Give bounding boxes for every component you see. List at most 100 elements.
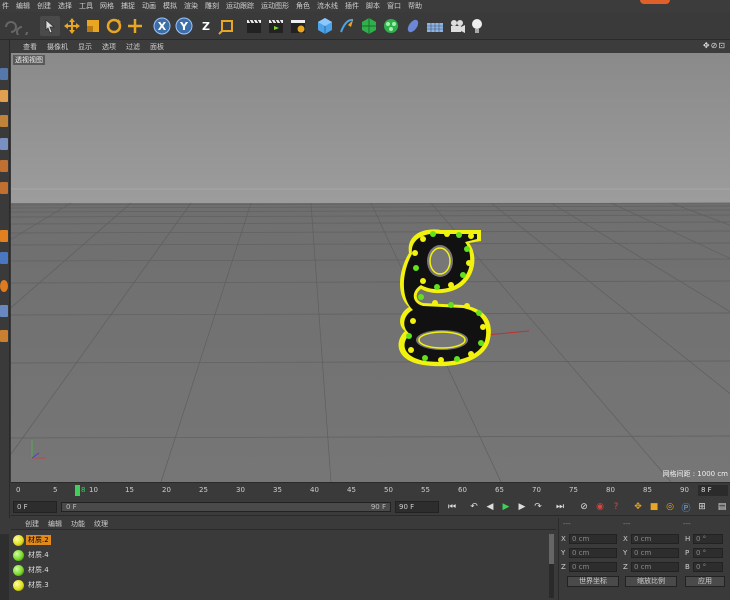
menu-item-mesh[interactable]: 网格 [100,1,114,11]
cube-object-icon[interactable] [315,16,335,36]
rotation-h-field[interactable]: 0 ° [693,534,723,544]
move-tool-icon[interactable] [62,16,82,36]
position-x-field[interactable]: 0 cm [569,534,617,544]
apply-button[interactable]: 应用 [685,576,725,587]
previous-key-icon[interactable]: ↶ [467,500,481,514]
deformer-icon[interactable] [403,16,423,36]
material-item[interactable]: 材质.2 [13,533,51,547]
keyframe-selection-icon[interactable]: ? [609,500,623,514]
position-y-field[interactable]: 0 cm [569,548,617,558]
render-to-picture-viewer-icon[interactable] [266,16,286,36]
material-menu-edit[interactable]: 编辑 [48,519,62,529]
menu-item-animate[interactable]: 动画 [142,1,156,11]
select-tool-icon[interactable] [40,16,60,36]
menu-item-character[interactable]: 角色 [296,1,310,11]
coordinate-system-icon[interactable] [217,16,237,36]
quantize-icon[interactable] [0,330,8,342]
size-x-field[interactable]: 0 cm [631,534,679,544]
viewport-navigation-icons[interactable]: ✥⊘⊡ [703,41,726,50]
play-icon[interactable]: ▶ [499,500,513,514]
undo-redo-group[interactable] [2,16,36,36]
scale-tool-icon[interactable] [83,16,103,36]
transform-tool-icon[interactable] [125,16,145,36]
preview-range-slider[interactable]: 0 F 90 F [61,502,391,512]
edges-mode-icon[interactable] [0,182,8,194]
menu-item-snap[interactable]: 捕捉 [121,1,135,11]
render-view-icon[interactable] [244,16,264,36]
menu-item-tools[interactable]: 工具 [79,1,93,11]
size-z-field[interactable]: 0 cm [631,562,679,572]
subdivision-surface-icon[interactable] [359,16,379,36]
menu-item-script[interactable]: 脚本 [366,1,380,11]
menu-item-simulate[interactable]: 模拟 [163,1,177,11]
position-z-field[interactable]: 0 cm [569,562,617,572]
material-menu-function[interactable]: 功能 [71,519,85,529]
y-axis-lock-button[interactable]: Y [174,16,194,36]
go-to-end-icon[interactable]: ⏭ [553,500,567,514]
position-key-icon[interactable]: ✥ [631,500,645,514]
viewport-tab-display[interactable]: 显示 [78,42,92,52]
menu-item-mograph[interactable]: 运动图形 [261,1,289,11]
menu-item-select[interactable]: 选择 [58,1,72,11]
material-item[interactable]: 材质.4 [13,548,51,562]
workplane-mode-icon[interactable] [0,138,8,150]
rotation-key-icon[interactable]: ◎ [663,500,677,514]
snap-icon[interactable] [0,280,8,292]
menu-item-help[interactable]: 帮助 [408,1,422,11]
menu-item-motion-tracker[interactable]: 运动跟踪 [226,1,254,11]
camera-icon[interactable] [447,16,467,36]
coordinate-mode-dropdown[interactable]: 世界坐标 [567,576,619,587]
texture-mode-icon[interactable] [0,115,8,127]
menu-item-render[interactable]: 渲染 [184,1,198,11]
rotation-p-field[interactable]: 0 ° [693,548,723,558]
current-frame-field[interactable]: 8 F [698,485,728,496]
x-axis-lock-button[interactable]: X [152,16,172,36]
timeline-ruler[interactable]: 0 5 10 15 20 25 30 35 40 45 50 55 60 65 … [11,482,730,498]
material-menu-texture[interactable]: 纹理 [94,519,108,529]
material-menu-create[interactable]: 创建 [25,519,39,529]
points-mode-icon[interactable] [0,160,8,172]
scale-key-icon[interactable]: ■ [647,500,661,514]
render-settings-icon[interactable] [288,16,308,36]
model-mode-icon[interactable] [0,90,8,102]
viewport-tab-camera[interactable]: 摄像机 [47,42,68,52]
perspective-viewport[interactable]: 透视视图 网格间距 : 1000 cm [11,53,730,482]
viewport-tab-options[interactable]: 选项 [102,42,116,52]
start-frame-field[interactable]: 0 F [13,501,57,513]
viewport-tab-panel[interactable]: 面板 [150,42,164,52]
go-to-start-icon[interactable]: ⏮ [445,500,459,514]
next-frame-icon[interactable]: ▶ [515,500,529,514]
menu-item-file[interactable]: 件 [2,1,9,11]
parameter-key-icon[interactable]: Ⓟ [679,500,693,514]
rotation-b-field[interactable]: 0 ° [693,562,723,572]
workplane-lock-icon[interactable] [0,305,8,317]
z-axis-lock-button[interactable]: Z [196,16,216,36]
rotate-tool-icon[interactable] [104,16,124,36]
menu-item-plugins[interactable]: 插件 [345,1,359,11]
menu-item-window[interactable]: 窗口 [387,1,401,11]
menu-item-edit[interactable]: 编辑 [16,1,30,11]
polygons-mode-icon[interactable] [0,230,8,242]
menu-item-sculpt[interactable]: 雕刻 [205,1,219,11]
next-key-icon[interactable]: ↷ [531,500,545,514]
previous-frame-icon[interactable]: ◀ [483,500,497,514]
axis-mode-icon[interactable] [0,252,8,264]
menu-item-create[interactable]: 创建 [37,1,51,11]
material-item[interactable]: 材质.3 [13,578,51,592]
point-level-key-icon[interactable]: ⊞ [695,500,709,514]
cloner-icon[interactable] [381,16,401,36]
floor-environment-icon[interactable] [425,16,445,36]
spline-pen-icon[interactable] [337,16,357,36]
record-keys-icon[interactable]: ⊘ [577,500,591,514]
timeline-window-icon[interactable]: ▤ [715,500,729,514]
end-frame-field[interactable]: 90 F [395,501,439,513]
material-item[interactable]: 材质.4 [13,563,51,577]
material-scrollbar[interactable] [549,534,554,598]
size-y-field[interactable]: 0 cm [631,548,679,558]
menu-item-pipeline[interactable]: 流水线 [317,1,338,11]
viewport-tab-view[interactable]: 查看 [23,42,37,52]
light-icon[interactable] [467,16,487,36]
autokey-icon[interactable]: ◉ [593,500,607,514]
playhead[interactable] [75,485,80,496]
viewport-tab-filter[interactable]: 过滤 [126,42,140,52]
